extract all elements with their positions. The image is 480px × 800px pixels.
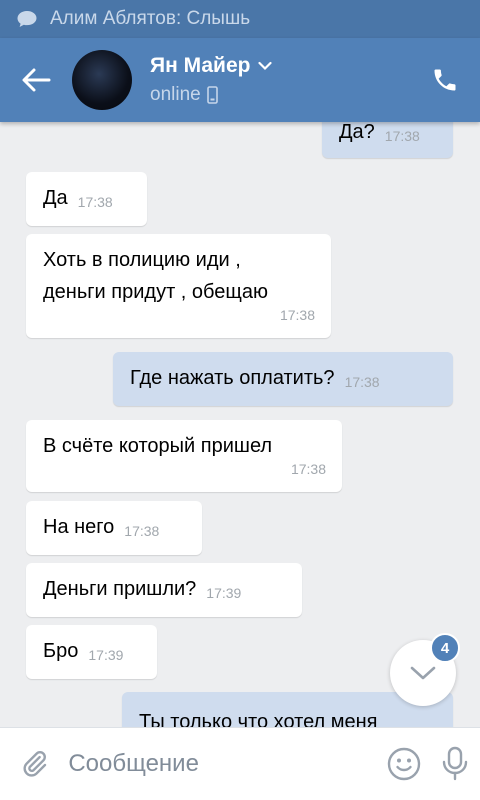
outgoing-message[interactable]: Да? 17:38 (322, 122, 453, 158)
incoming-message[interactable]: Хоть в полицию иди , деньги придут , обе… (26, 234, 331, 338)
message-time: 17:39 (206, 585, 242, 601)
message-composer (0, 727, 480, 800)
message-time: 17:38 (77, 194, 113, 210)
incoming-message[interactable]: Да 17:38 (26, 172, 147, 226)
incoming-message[interactable]: В счёте который пришел 17:38 (26, 420, 342, 492)
message-input[interactable] (68, 744, 379, 784)
message-text: Да (43, 187, 68, 209)
message-text: Где нажать оплатить? (130, 367, 335, 389)
mobile-phone-icon (206, 86, 218, 104)
contact-info[interactable]: Ян Майер online (150, 54, 410, 106)
notification-bar[interactable]: Алим Аблятов: Слышь (0, 0, 480, 38)
incoming-message[interactable]: На него 17:38 (26, 501, 202, 555)
incoming-message[interactable]: Бро 17:39 (26, 625, 157, 679)
message-text: Ты только что хотел меня (139, 711, 378, 727)
message-list[interactable]: Да? 17:38 Да 17:38 Хоть в полицию иди , де… (0, 122, 480, 727)
message-text: Хоть в полицию иди , (43, 249, 241, 271)
call-button[interactable] (410, 38, 480, 122)
chevron-down-icon (258, 61, 273, 71)
chat-header: Ян Майер online (0, 38, 480, 122)
message-text: Бро (43, 640, 79, 662)
back-button[interactable] (0, 38, 72, 122)
microphone-icon (442, 746, 467, 781)
emoji-button[interactable] (378, 747, 429, 781)
call-icon (434, 69, 456, 91)
paperclip-icon (23, 751, 47, 777)
message-text: Да? (339, 122, 375, 143)
avatar[interactable] (72, 50, 132, 110)
message-text: В счёте который пришел (43, 435, 273, 457)
contact-name: Ян Майер (150, 54, 251, 77)
message-time: 17:39 (88, 647, 124, 663)
notification-text: Алим Аблятов: Слышь (50, 8, 251, 29)
message-time: 17:38 (344, 374, 380, 390)
outgoing-message[interactable]: Где нажать оплатить? 17:38 (113, 352, 453, 406)
message-time: 17:38 (279, 307, 315, 323)
message-text: деньги придут , обещаю (43, 281, 268, 303)
message-time: 17:38 (384, 128, 420, 144)
back-arrow-icon (22, 68, 51, 92)
attach-button[interactable] (0, 747, 68, 781)
voice-button[interactable] (429, 746, 480, 782)
incoming-message[interactable]: Деньги пришли? 17:39 (26, 563, 302, 617)
smile-icon (387, 747, 420, 781)
message-text: Деньги пришли? (43, 578, 197, 600)
message-time: 17:38 (124, 523, 160, 539)
unread-badge: 4 (430, 633, 460, 663)
message-time: 17:38 (290, 461, 326, 477)
message-text: На него (43, 516, 115, 538)
chat-bubble-icon (17, 11, 37, 27)
chevron-down-icon (410, 666, 436, 680)
contact-status: online (150, 84, 201, 105)
